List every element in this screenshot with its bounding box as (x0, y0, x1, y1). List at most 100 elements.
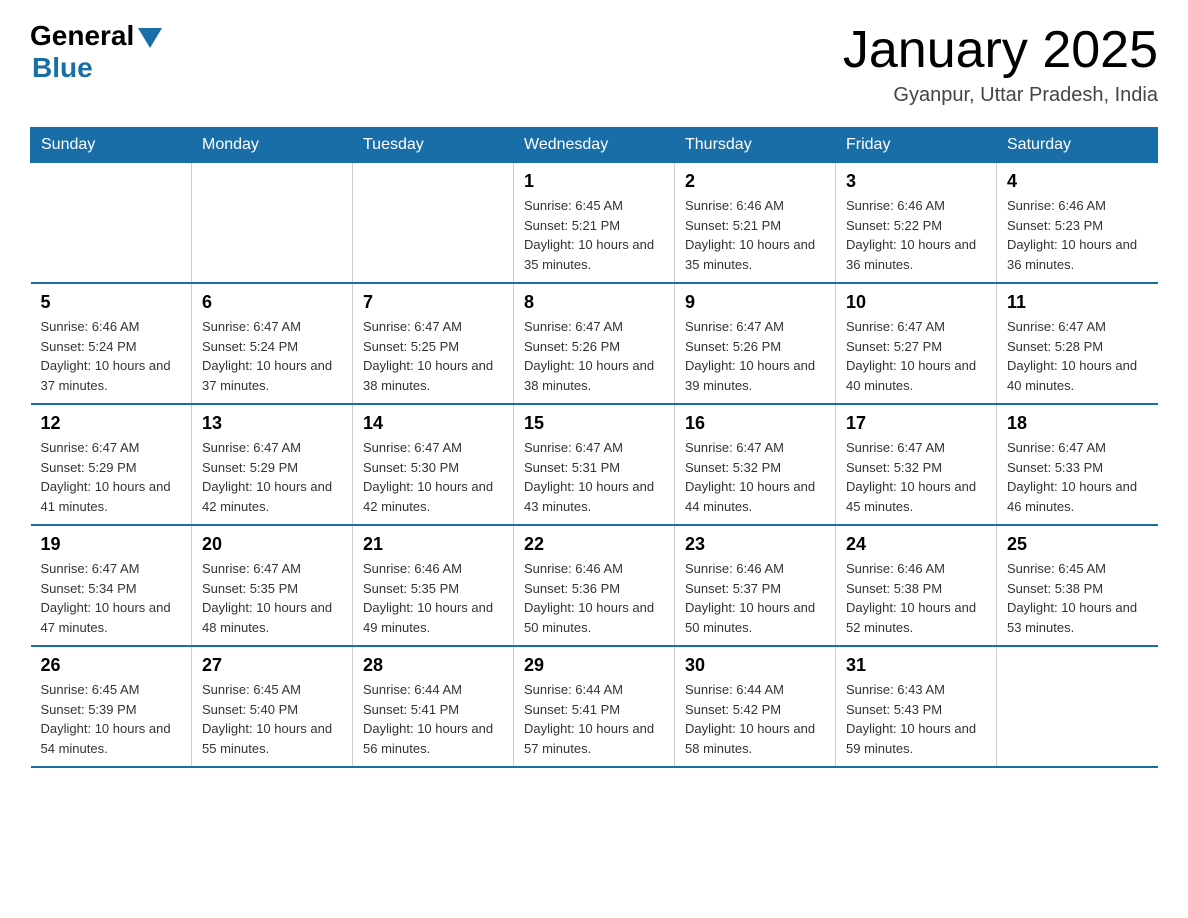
day-info: Sunrise: 6:45 AMSunset: 5:38 PMDaylight:… (1007, 559, 1148, 637)
calendar-cell: 30 Sunrise: 6:44 AMSunset: 5:42 PMDayligh… (675, 646, 836, 767)
calendar-cell: 31Sunrise: 6:43 AMSunset: 5:43 PMDayligh… (836, 646, 997, 767)
days-of-week-row: SundayMondayTuesdayWednesdayThursdayFrid… (31, 128, 1158, 163)
calendar-cell: 20 Sunrise: 6:47 AMSunset: 5:35 PMDayligh… (192, 525, 353, 646)
calendar-title-section: January 2025 Gyanpur, Uttar Pradesh, Ind… (843, 20, 1158, 107)
day-of-week-header: Saturday (997, 128, 1158, 163)
calendar-cell: 2 Sunrise: 6:46 AMSunset: 5:21 PMDaylight… (675, 163, 836, 284)
day-info: Sunrise: 6:46 AMSunset: 5:38 PMDaylight:… (846, 559, 986, 637)
calendar-cell (192, 163, 353, 284)
day-number: 31 (846, 655, 986, 676)
day-info: Sunrise: 6:47 AMSunset: 5:29 PMDaylight:… (41, 438, 182, 516)
calendar-title: January 2025 (843, 20, 1158, 80)
calendar-cell: 11Sunrise: 6:47 AMSunset: 5:28 PMDayligh… (997, 283, 1158, 404)
day-info: Sunrise: 6:45 AMSunset: 5:39 PMDaylight:… (41, 680, 182, 758)
calendar-cell: 19 Sunrise: 6:47 AMSunset: 5:34 PMDayligh… (31, 525, 192, 646)
day-info: Sunrise: 6:46 AMSunset: 5:22 PMDaylight:… (846, 196, 986, 274)
calendar-cell: 3 Sunrise: 6:46 AMSunset: 5:22 PMDaylight… (836, 163, 997, 284)
day-info: Sunrise: 6:47 AMSunset: 5:34 PMDaylight:… (41, 559, 182, 637)
calendar-cell: 12 Sunrise: 6:47 AMSunset: 5:29 PMDayligh… (31, 404, 192, 525)
day-info: Sunrise: 6:47 AMSunset: 5:35 PMDaylight:… (202, 559, 342, 637)
day-number: 14 (363, 413, 503, 434)
calendar-cell: 10 Sunrise: 6:47 AMSunset: 5:27 PMDayligh… (836, 283, 997, 404)
calendar-cell: 28Sunrise: 6:44 AMSunset: 5:41 PMDayligh… (353, 646, 514, 767)
day-number: 15 (524, 413, 664, 434)
day-info: Sunrise: 6:47 AMSunset: 5:27 PMDaylight:… (846, 317, 986, 395)
day-number: 24 (846, 534, 986, 555)
day-info: Sunrise: 6:47 AMSunset: 5:28 PMDaylight:… (1007, 317, 1148, 395)
calendar-cell: 25Sunrise: 6:45 AMSunset: 5:38 PMDayligh… (997, 525, 1158, 646)
day-number: 23 (685, 534, 825, 555)
day-number: 29 (524, 655, 664, 676)
calendar-cell: 29Sunrise: 6:44 AMSunset: 5:41 PMDayligh… (514, 646, 675, 767)
calendar-cell (997, 646, 1158, 767)
calendar-cell: 7Sunrise: 6:47 AMSunset: 5:25 PMDaylight… (353, 283, 514, 404)
day-number: 2 (685, 171, 825, 192)
calendar-cell: 1Sunrise: 6:45 AMSunset: 5:21 PMDaylight… (514, 163, 675, 284)
calendar-cell: 24 Sunrise: 6:46 AMSunset: 5:38 PMDayligh… (836, 525, 997, 646)
day-number: 17 (846, 413, 986, 434)
calendar-week-row: 1Sunrise: 6:45 AMSunset: 5:21 PMDaylight… (31, 163, 1158, 284)
calendar-cell: 13 Sunrise: 6:47 AMSunset: 5:29 PMDayligh… (192, 404, 353, 525)
day-number: 7 (363, 292, 503, 313)
day-info: Sunrise: 6:47 AMSunset: 5:32 PMDaylight:… (685, 438, 825, 516)
calendar-cell: 18Sunrise: 6:47 AMSunset: 5:33 PMDayligh… (997, 404, 1158, 525)
day-number: 19 (41, 534, 182, 555)
day-info: Sunrise: 6:47 AMSunset: 5:29 PMDaylight:… (202, 438, 342, 516)
day-number: 16 (685, 413, 825, 434)
day-of-week-header: Wednesday (514, 128, 675, 163)
calendar-cell (353, 163, 514, 284)
day-number: 18 (1007, 413, 1148, 434)
day-info: Sunrise: 6:46 AMSunset: 5:35 PMDaylight:… (363, 559, 503, 637)
day-of-week-header: Tuesday (353, 128, 514, 163)
calendar-body: 1Sunrise: 6:45 AMSunset: 5:21 PMDaylight… (31, 163, 1158, 768)
day-number: 5 (41, 292, 182, 313)
calendar-header: SundayMondayTuesdayWednesdayThursdayFrid… (31, 128, 1158, 163)
calendar-cell: 5 Sunrise: 6:46 AMSunset: 5:24 PMDaylight… (31, 283, 192, 404)
day-info: Sunrise: 6:44 AMSunset: 5:41 PMDaylight:… (363, 680, 503, 758)
calendar-week-row: 5 Sunrise: 6:46 AMSunset: 5:24 PMDaylight… (31, 283, 1158, 404)
day-number: 13 (202, 413, 342, 434)
calendar-cell (31, 163, 192, 284)
day-info: Sunrise: 6:44 AMSunset: 5:42 PMDaylight:… (685, 680, 825, 758)
calendar-cell: 23 Sunrise: 6:46 AMSunset: 5:37 PMDayligh… (675, 525, 836, 646)
day-info: Sunrise: 6:47 AMSunset: 5:26 PMDaylight:… (685, 317, 825, 395)
calendar-table: SundayMondayTuesdayWednesdayThursdayFrid… (30, 127, 1158, 768)
day-number: 3 (846, 171, 986, 192)
day-of-week-header: Thursday (675, 128, 836, 163)
day-info: Sunrise: 6:46 AMSunset: 5:24 PMDaylight:… (41, 317, 182, 395)
day-of-week-header: Friday (836, 128, 997, 163)
calendar-cell: 8Sunrise: 6:47 AMSunset: 5:26 PMDaylight… (514, 283, 675, 404)
day-number: 4 (1007, 171, 1148, 192)
calendar-cell: 17Sunrise: 6:47 AMSunset: 5:32 PMDayligh… (836, 404, 997, 525)
day-number: 30 (685, 655, 825, 676)
day-number: 20 (202, 534, 342, 555)
day-number: 26 (41, 655, 182, 676)
logo-triangle-icon (138, 28, 162, 48)
calendar-cell: 27Sunrise: 6:45 AMSunset: 5:40 PMDayligh… (192, 646, 353, 767)
day-number: 21 (363, 534, 503, 555)
calendar-cell: 6 Sunrise: 6:47 AMSunset: 5:24 PMDaylight… (192, 283, 353, 404)
calendar-week-row: 12 Sunrise: 6:47 AMSunset: 5:29 PMDayligh… (31, 404, 1158, 525)
day-info: Sunrise: 6:47 AMSunset: 5:24 PMDaylight:… (202, 317, 342, 395)
day-info: Sunrise: 6:46 AMSunset: 5:37 PMDaylight:… (685, 559, 825, 637)
day-number: 12 (41, 413, 182, 434)
calendar-cell: 9Sunrise: 6:47 AMSunset: 5:26 PMDaylight… (675, 283, 836, 404)
calendar-cell: 16 Sunrise: 6:47 AMSunset: 5:32 PMDayligh… (675, 404, 836, 525)
page-header: General Blue January 2025 Gyanpur, Uttar… (30, 20, 1158, 107)
calendar-cell: 15Sunrise: 6:47 AMSunset: 5:31 PMDayligh… (514, 404, 675, 525)
calendar-cell: 4Sunrise: 6:46 AMSunset: 5:23 PMDaylight… (997, 163, 1158, 284)
day-number: 10 (846, 292, 986, 313)
day-info: Sunrise: 6:45 AMSunset: 5:21 PMDaylight:… (524, 196, 664, 274)
logo-general-text: General (30, 20, 134, 52)
day-number: 22 (524, 534, 664, 555)
logo-blue-text: Blue (32, 52, 93, 84)
day-info: Sunrise: 6:46 AMSunset: 5:21 PMDaylight:… (685, 196, 825, 274)
day-of-week-header: Monday (192, 128, 353, 163)
calendar-cell: 21 Sunrise: 6:46 AMSunset: 5:35 PMDayligh… (353, 525, 514, 646)
day-number: 6 (202, 292, 342, 313)
calendar-cell: 26 Sunrise: 6:45 AMSunset: 5:39 PMDayligh… (31, 646, 192, 767)
calendar-week-row: 19 Sunrise: 6:47 AMSunset: 5:34 PMDayligh… (31, 525, 1158, 646)
day-of-week-header: Sunday (31, 128, 192, 163)
day-info: Sunrise: 6:46 AMSunset: 5:36 PMDaylight:… (524, 559, 664, 637)
day-number: 8 (524, 292, 664, 313)
